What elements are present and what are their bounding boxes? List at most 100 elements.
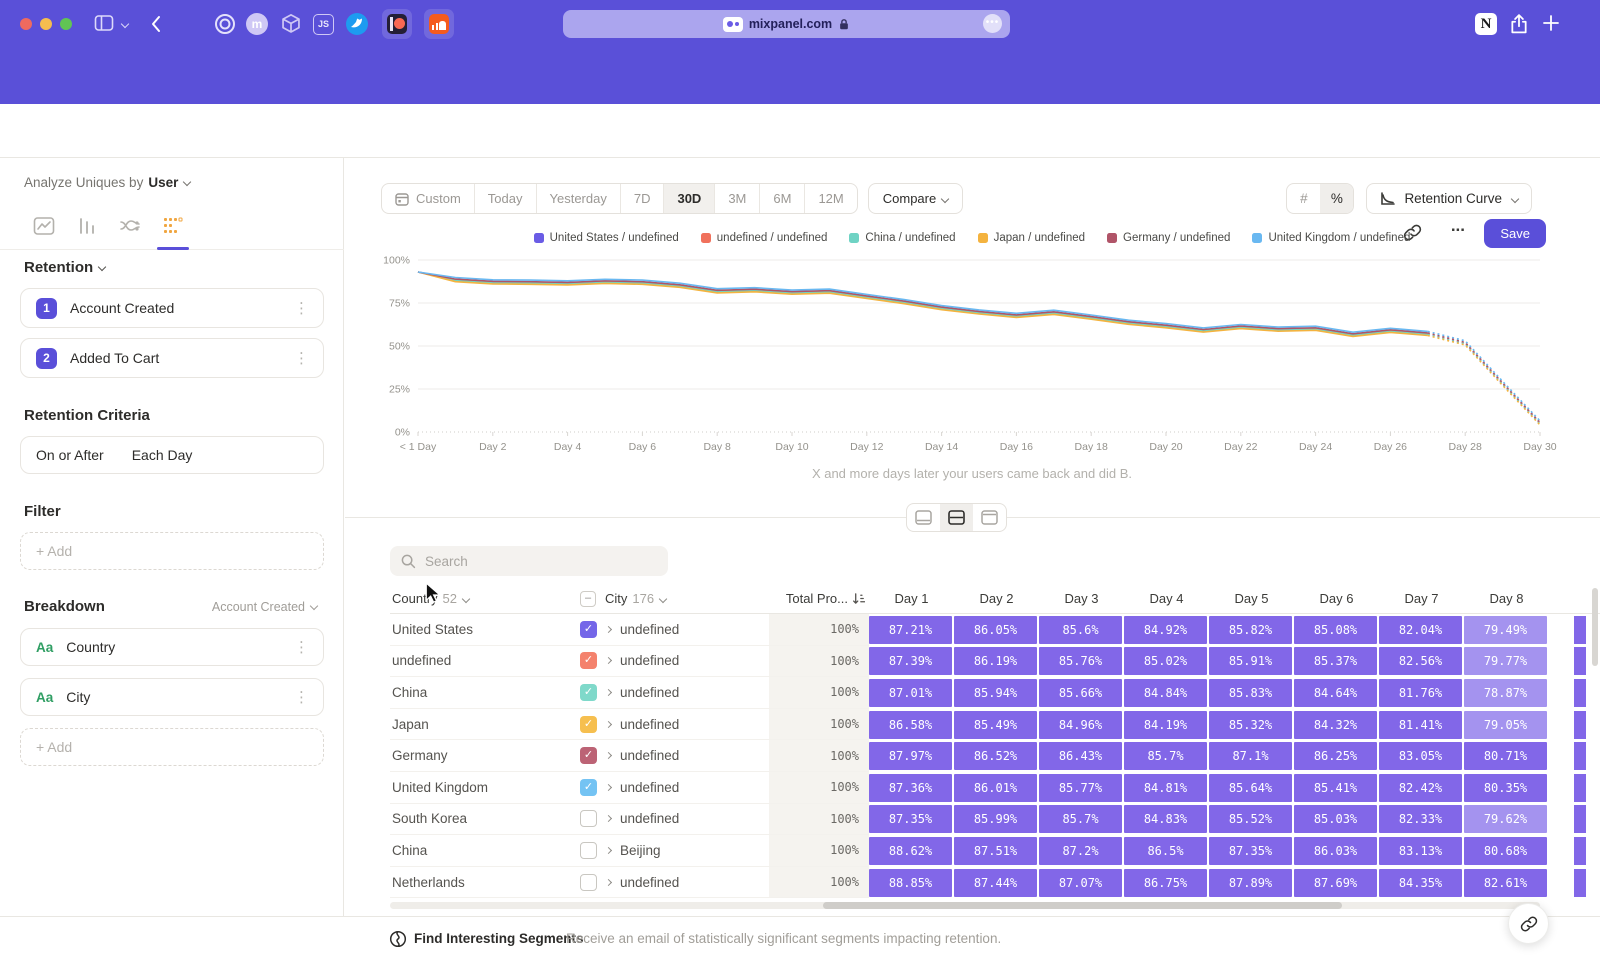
extension-soundcloud-icon[interactable] — [424, 9, 454, 39]
retention-cell[interactable]: 85.03% — [1294, 805, 1377, 833]
filter-add-button[interactable]: + Add — [20, 532, 324, 570]
column-city[interactable]: – City176 — [580, 591, 769, 607]
retention-cell[interactable]: 85.94% — [954, 679, 1037, 707]
retention-cell[interactable]: 83.13% — [1379, 837, 1462, 865]
retention-cell[interactable]: 85.52% — [1209, 805, 1292, 833]
retention-cell[interactable]: 87.21% — [869, 616, 952, 644]
column-day-4[interactable]: Day 4 — [1124, 591, 1209, 606]
retention-cell[interactable]: 79.77% — [1464, 647, 1547, 675]
table-row[interactable]: South Koreaundefined100%87.35%85.99%85.7… — [390, 804, 1600, 836]
chevron-right-icon[interactable] — [605, 689, 612, 696]
chevron-right-icon[interactable] — [605, 847, 612, 854]
retention-cell[interactable]: 85.7% — [1124, 742, 1207, 770]
retention-cell[interactable]: 85.41% — [1294, 774, 1377, 802]
retention-cell[interactable]: 82.42% — [1379, 774, 1462, 802]
retention-cell[interactable]: 85.82% — [1209, 616, 1292, 644]
column-day-2[interactable]: Day 2 — [954, 591, 1039, 606]
retention-cell[interactable]: 87.36% — [869, 774, 952, 802]
column-day-7[interactable]: Day 7 — [1379, 591, 1464, 606]
retention-cell[interactable]: 86.43% — [1039, 742, 1122, 770]
table-row[interactable]: ChinaBeijing100%88.62%87.51%87.2%86.5%87… — [390, 835, 1600, 867]
unit-absolute[interactable]: # — [1287, 184, 1320, 213]
kebab-menu-icon[interactable]: ⋮ — [294, 299, 309, 317]
retention-cell[interactable]: 85.32% — [1209, 711, 1292, 739]
retention-cell[interactable]: 85.02% — [1124, 647, 1207, 675]
retention-section-header[interactable]: Retention — [24, 259, 105, 276]
retention-cell[interactable]: 80.68% — [1464, 837, 1547, 865]
retention-cell[interactable]: 85.64% — [1209, 774, 1292, 802]
layout-split-icon[interactable] — [940, 504, 973, 531]
retention-cell[interactable]: 86.75% — [1124, 869, 1207, 897]
retention-criteria-card[interactable]: On or After Each Day — [20, 436, 324, 474]
retention-cell[interactable]: 87.51% — [954, 837, 1037, 865]
extension-cube-icon[interactable] — [280, 13, 302, 35]
row-checkbox[interactable]: ✓ — [580, 747, 597, 764]
kebab-menu-icon[interactable]: ⋮ — [294, 688, 309, 706]
column-country[interactable]: Country52 — [390, 591, 580, 606]
retention-step-1[interactable]: 1 Account Created ⋮ — [20, 288, 324, 328]
back-icon[interactable] — [150, 15, 162, 33]
retention-cell[interactable]: 86.52% — [954, 742, 1037, 770]
tab-overview-chevron-icon[interactable] — [122, 16, 128, 34]
select-all-checkbox[interactable]: – — [580, 591, 596, 607]
chart-type-button[interactable]: Retention Curve — [1366, 183, 1532, 214]
column-day-3[interactable]: Day 3 — [1039, 591, 1124, 606]
chevron-right-icon[interactable] — [605, 879, 612, 886]
retention-cell[interactable]: 86.5% — [1124, 837, 1207, 865]
row-checkbox[interactable]: ✓ — [580, 779, 597, 796]
breakdown-add-button[interactable]: + Add — [20, 728, 324, 766]
retention-cell[interactable]: 85.99% — [954, 805, 1037, 833]
row-checkbox[interactable] — [580, 874, 597, 891]
retention-cell[interactable]: 80.35% — [1464, 774, 1547, 802]
retention-cell[interactable]: 87.44% — [954, 869, 1037, 897]
breakdown-context[interactable]: Account Created — [212, 600, 317, 614]
legend-item[interactable]: United Kingdom / undefined — [1252, 232, 1410, 244]
breakdown-country[interactable]: Aa Country ⋮ — [20, 628, 324, 666]
retention-cell[interactable]: 82.61% — [1464, 869, 1547, 897]
tab-funnels[interactable] — [73, 214, 101, 238]
maximize-window-button[interactable] — [60, 18, 72, 30]
retention-cell[interactable]: 78.87% — [1464, 679, 1547, 707]
table-row[interactable]: United Kingdom✓undefined100%87.36%86.01%… — [390, 772, 1600, 804]
row-checkbox[interactable]: ✓ — [580, 684, 597, 701]
retention-cell[interactable]: 81.76% — [1379, 679, 1462, 707]
retention-cell[interactable]: 85.76% — [1039, 647, 1122, 675]
retention-cell[interactable]: 84.32% — [1294, 711, 1377, 739]
compare-button[interactable]: Compare — [868, 183, 963, 214]
extension-m-icon[interactable]: m — [246, 13, 268, 35]
table-search-input[interactable]: Search — [390, 546, 668, 576]
retention-cell[interactable]: 82.33% — [1379, 805, 1462, 833]
retention-cell[interactable]: 84.35% — [1379, 869, 1462, 897]
range-yesterday[interactable]: Yesterday — [536, 184, 620, 213]
retention-cell[interactable]: 85.91% — [1209, 647, 1292, 675]
criteria-each-day[interactable]: Each Day — [132, 447, 193, 463]
tab-retention[interactable] — [159, 214, 187, 238]
retention-cell[interactable]: 85.49% — [954, 711, 1037, 739]
url-bar[interactable]: mixpanel.com ••• — [563, 10, 1010, 38]
range-today[interactable]: Today — [474, 184, 536, 213]
retention-cell[interactable]: 79.05% — [1464, 711, 1547, 739]
column-day-1[interactable]: Day 1 — [869, 591, 954, 606]
retention-cell[interactable]: 86.05% — [954, 616, 1037, 644]
breakdown-city[interactable]: Aa City ⋮ — [20, 678, 324, 716]
retention-cell[interactable]: 84.92% — [1124, 616, 1207, 644]
legend-item[interactable]: China / undefined — [849, 232, 955, 244]
horizontal-scrollbar-thumb[interactable] — [823, 902, 1342, 909]
layout-bottom-icon[interactable] — [907, 504, 940, 531]
table-row[interactable]: Netherlandsundefined100%88.85%87.44%87.0… — [390, 867, 1600, 899]
column-day-8[interactable]: Day 8 — [1464, 591, 1549, 606]
retention-cell[interactable]: 87.35% — [869, 805, 952, 833]
close-window-button[interactable] — [20, 18, 32, 30]
table-row[interactable]: undefined✓undefined100%87.39%86.19%85.76… — [390, 646, 1600, 678]
table-row[interactable]: United States✓undefined100%87.21%86.05%8… — [390, 614, 1600, 646]
retention-cell[interactable]: 84.83% — [1124, 805, 1207, 833]
legend-item[interactable]: United States / undefined — [534, 232, 679, 244]
retention-cell[interactable]: 85.37% — [1294, 647, 1377, 675]
criteria-on-or-after[interactable]: On or After — [36, 447, 104, 463]
share-icon[interactable] — [1509, 12, 1529, 36]
column-day-6[interactable]: Day 6 — [1294, 591, 1379, 606]
chevron-right-icon[interactable] — [605, 721, 612, 728]
retention-cell[interactable]: 87.35% — [1209, 837, 1292, 865]
sidebar-toggle-icon[interactable] — [94, 14, 114, 32]
retention-cell[interactable]: 81.41% — [1379, 711, 1462, 739]
